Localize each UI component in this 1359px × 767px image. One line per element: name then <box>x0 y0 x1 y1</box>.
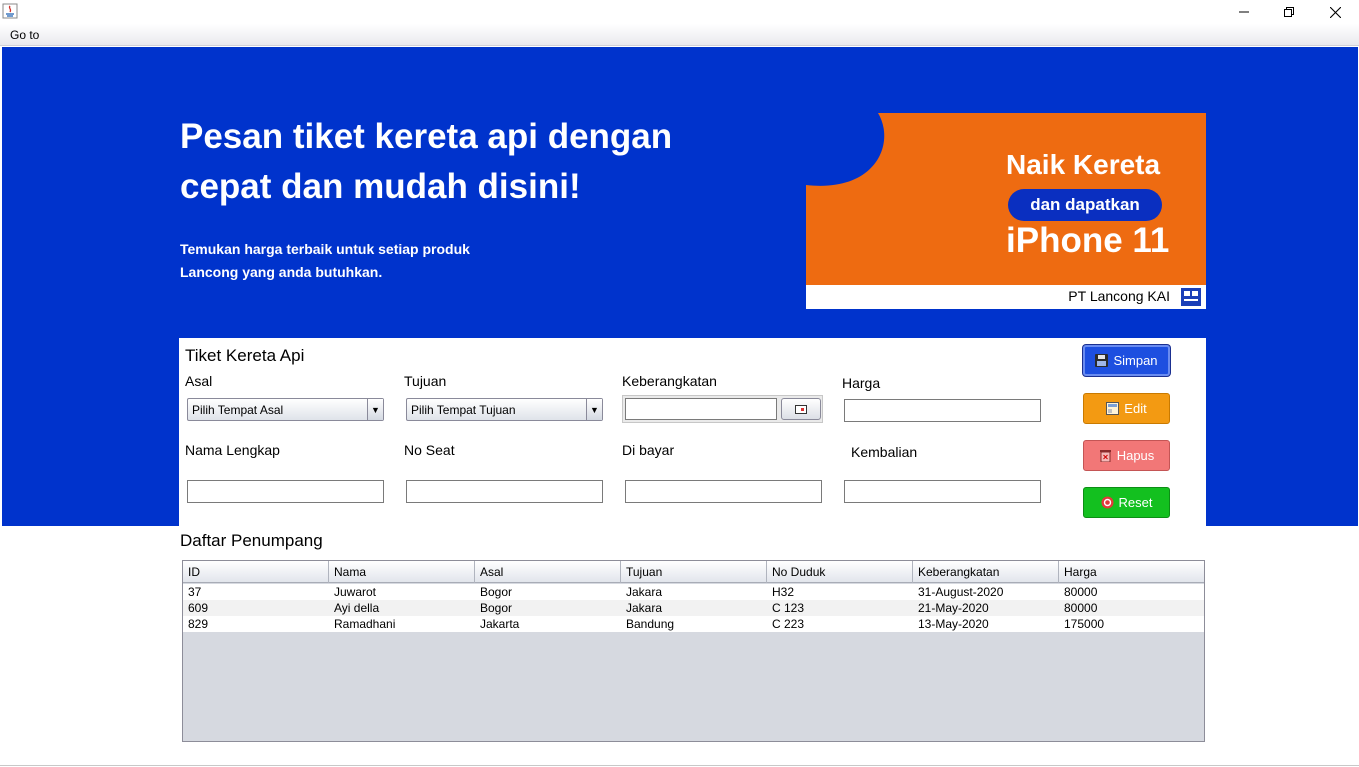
table-cell: Juwarot <box>334 585 377 599</box>
menu-goto[interactable]: Go to <box>10 28 39 42</box>
table-cell: 609 <box>188 601 209 615</box>
keberangkatan-date-chooser <box>622 395 823 423</box>
promo-product: iPhone 11 <box>1006 221 1170 260</box>
column-header-keberangkatan[interactable]: Keberangkatan <box>913 561 1059 583</box>
table-cell: 80000 <box>1064 601 1098 615</box>
table-cell: Bogor <box>480 585 513 599</box>
table-title: Daftar Penumpang <box>180 531 323 550</box>
hero-title-line2: cepat dan mudah disini! <box>180 167 581 206</box>
hero-title-line1: Pesan tiket kereta api dengan <box>180 117 673 156</box>
kai-logo-icon <box>1181 288 1201 306</box>
column-header-nama[interactable]: Nama <box>329 561 475 583</box>
table-cell: 829 <box>188 617 209 631</box>
minimize-icon <box>1239 11 1249 13</box>
reset-button[interactable]: Reset <box>1083 487 1170 518</box>
table-row[interactable]: 609 Ayi della Bogor Jakara C 123 21-May-… <box>183 600 1204 616</box>
keberangkatan-date-input[interactable] <box>625 398 777 420</box>
promo-banner: Naik Kereta dan dapatkan iPhone 11 PT La… <box>806 113 1206 309</box>
label-di-bayar: Di bayar <box>622 442 675 458</box>
asal-selected: Pilih Tempat Asal <box>192 403 284 417</box>
edit-icon <box>1106 402 1120 415</box>
table-header: ID Nama Asal Tujuan No Duduk Keberangkat… <box>183 561 1204 583</box>
calendar-icon <box>795 404 807 414</box>
ticket-form-panel: Tiket Kereta Api Asal Tujuan Keberangkat… <box>179 338 1206 526</box>
harga-field[interactable] <box>844 399 1041 422</box>
edit-button[interactable]: Edit <box>1083 393 1170 424</box>
window-titlebar <box>0 0 1359 24</box>
reset-icon <box>1101 496 1114 509</box>
label-harga: Harga <box>842 375 881 391</box>
di-bayar-field[interactable] <box>625 480 822 503</box>
promo-footer: PT Lancong KAI <box>806 285 1206 309</box>
simpan-label: Simpan <box>1113 353 1158 368</box>
table-cell: 80000 <box>1064 585 1098 599</box>
promo-headline: Naik Kereta <box>1006 149 1161 180</box>
table-cell: H32 <box>772 585 795 599</box>
close-icon <box>1329 6 1341 18</box>
dropdown-arrow-icon: ▼ <box>367 399 383 420</box>
restore-button[interactable] <box>1266 0 1312 24</box>
column-header-asal[interactable]: Asal <box>475 561 621 583</box>
table-cell: 13-May-2020 <box>918 617 989 631</box>
promo-wave-shape <box>806 113 885 186</box>
table-cell: 31-August-2020 <box>918 585 1004 599</box>
table-cell: Ayi della <box>334 601 380 615</box>
hero-subtitle-line1: Temukan harga terbaik untuk setiap produ… <box>180 241 470 257</box>
restore-icon <box>1284 7 1294 17</box>
label-nama-lengkap: Nama Lengkap <box>185 442 280 458</box>
table-cell: Jakara <box>626 601 663 615</box>
window-bottom-border <box>0 765 1359 766</box>
label-keberangkatan: Keberangkatan <box>622 373 717 389</box>
table-body: 37 Juwarot Bogor Jakara H32 31-August-20… <box>183 584 1204 632</box>
table-cell: 21-May-2020 <box>918 601 989 615</box>
promo-company: PT Lancong KAI <box>1068 288 1170 304</box>
column-header-id[interactable]: ID <box>183 561 329 583</box>
promo-pill: dan dapatkan <box>1008 189 1162 221</box>
tujuan-selected: Pilih Tempat Tujuan <box>411 403 516 417</box>
calendar-button[interactable] <box>781 398 821 420</box>
table-cell: 175000 <box>1064 617 1105 631</box>
label-kembalian: Kembalian <box>851 444 918 460</box>
form-title: Tiket Kereta Api <box>185 346 305 365</box>
nama-lengkap-field[interactable] <box>187 480 384 503</box>
delete-icon <box>1099 450 1111 462</box>
table-cell: C 123 <box>772 601 805 615</box>
column-header-tujuan[interactable]: Tujuan <box>621 561 767 583</box>
table-cell: Bogor <box>480 601 513 615</box>
close-button[interactable] <box>1312 0 1358 24</box>
column-header-harga[interactable]: Harga <box>1059 561 1204 583</box>
tujuan-dropdown[interactable]: Pilih Tempat Tujuan ▼ <box>406 398 603 421</box>
label-tujuan: Tujuan <box>404 373 447 389</box>
java-app-icon <box>2 3 18 19</box>
table-cell: Ramadhani <box>334 617 396 631</box>
hero-subtitle-line2: Lancong yang anda butuhkan. <box>180 264 383 280</box>
table-row[interactable]: 37 Juwarot Bogor Jakara H32 31-August-20… <box>183 584 1204 600</box>
kembalian-field[interactable] <box>844 480 1041 503</box>
hero-title: Pesan tiket kereta api dengan cepat dan … <box>180 112 780 212</box>
table-row[interactable]: 829 Ramadhani Jakarta Bandung C 223 13-M… <box>183 616 1204 632</box>
hapus-button[interactable]: Hapus <box>1083 440 1170 471</box>
edit-label: Edit <box>1124 401 1147 416</box>
column-header-no-duduk[interactable]: No Duduk <box>767 561 913 583</box>
simpan-button[interactable]: Simpan <box>1083 345 1170 376</box>
hero-subtitle: Temukan harga terbaik untuk setiap produ… <box>180 238 600 284</box>
dropdown-arrow-icon: ▼ <box>586 399 602 420</box>
no-seat-field[interactable] <box>406 480 603 503</box>
label-no-seat: No Seat <box>404 442 455 458</box>
save-icon <box>1095 354 1109 367</box>
asal-dropdown[interactable]: Pilih Tempat Asal ▼ <box>187 398 384 421</box>
passenger-table: ID Nama Asal Tujuan No Duduk Keberangkat… <box>182 560 1205 742</box>
table-cell: C 223 <box>772 617 805 631</box>
table-cell: Bandung <box>626 617 675 631</box>
label-asal: Asal <box>185 373 213 389</box>
menu-bar: Go to <box>0 24 1359 46</box>
table-cell: 37 <box>188 585 202 599</box>
table-cell: Jakara <box>626 585 663 599</box>
hapus-label: Hapus <box>1116 448 1155 463</box>
reset-label: Reset <box>1118 495 1153 510</box>
table-cell: Jakarta <box>480 617 520 631</box>
minimize-button[interactable] <box>1221 0 1267 24</box>
